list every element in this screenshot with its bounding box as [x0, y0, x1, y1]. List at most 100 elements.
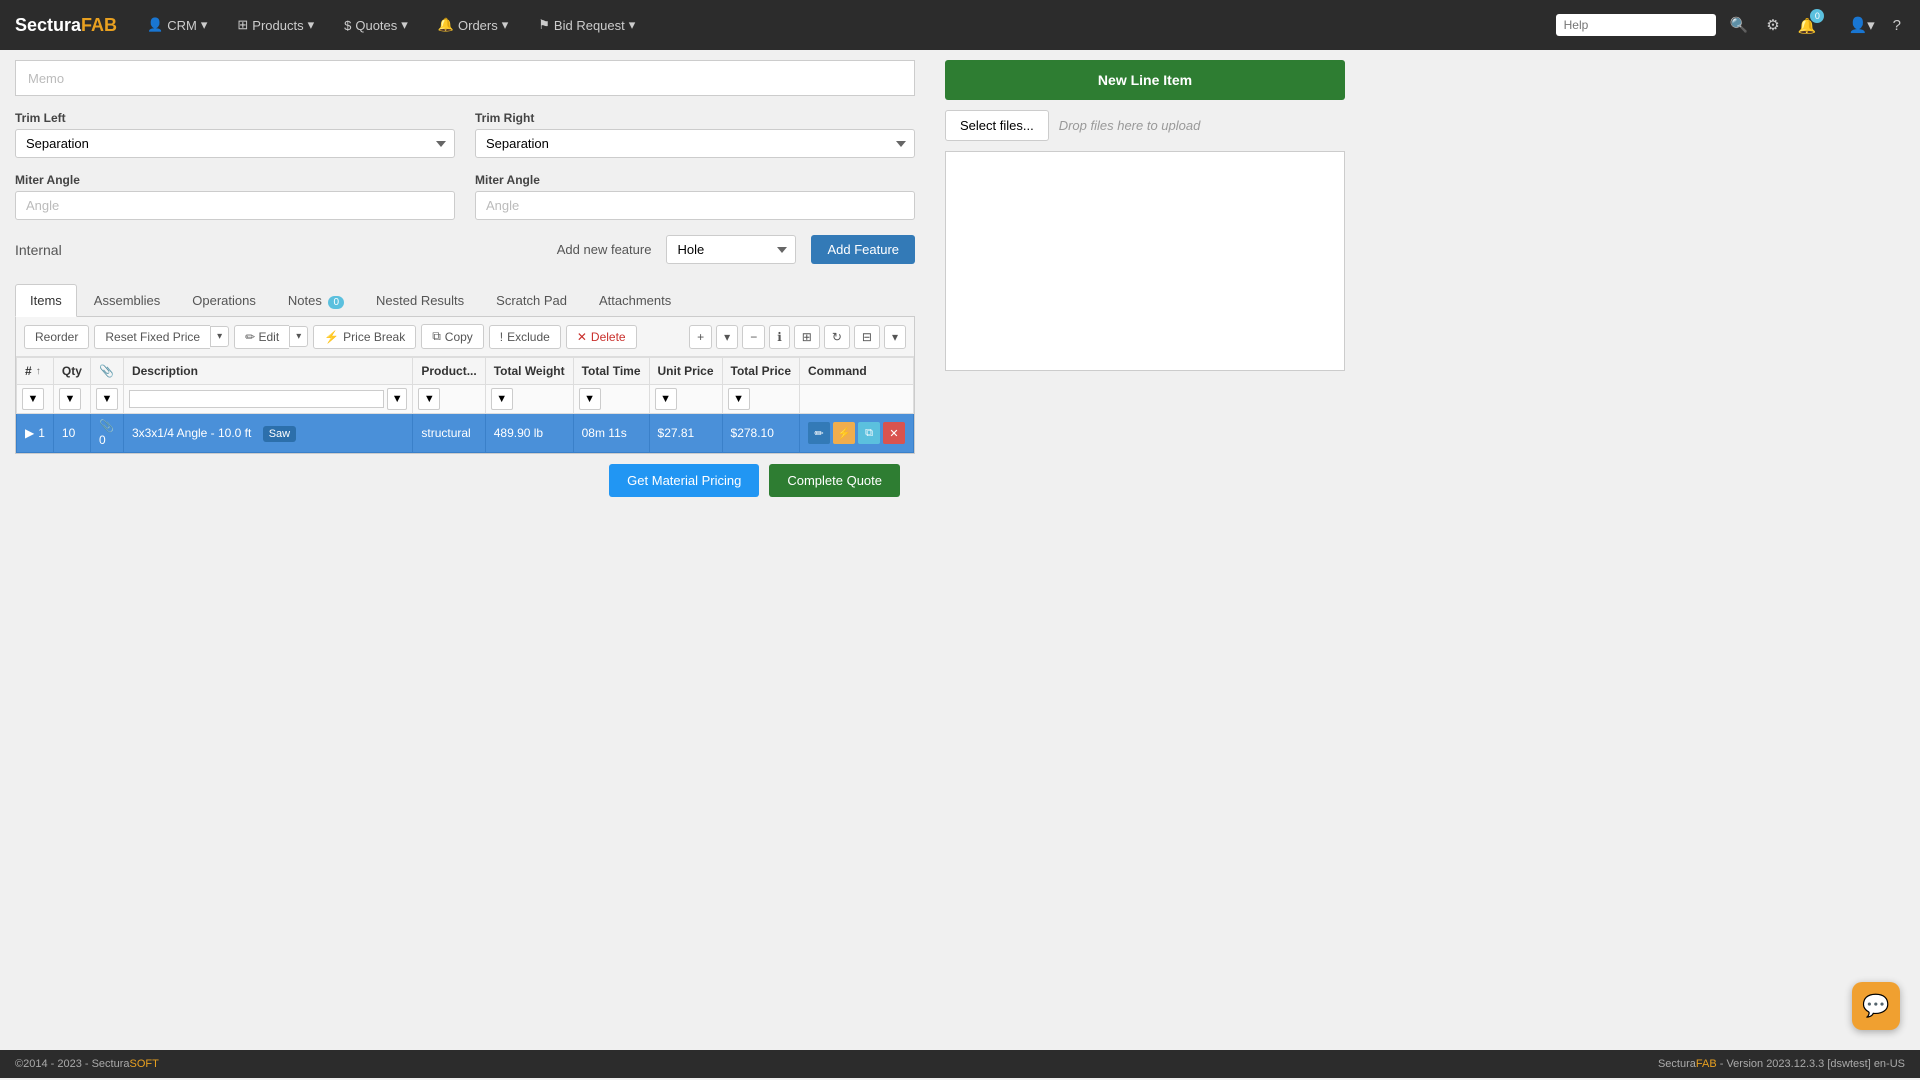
delete-row-button[interactable]: ✕: [883, 422, 905, 444]
cell-attach: 📎 0: [90, 414, 123, 453]
edit-icon: ✏: [245, 330, 255, 344]
tab-operations[interactable]: Operations: [177, 284, 271, 316]
nav-item-orders[interactable]: 🔔 Orders▾: [428, 11, 518, 39]
filter-description-input[interactable]: [129, 390, 384, 408]
miter-right-input[interactable]: [475, 191, 915, 220]
edit-row-button[interactable]: ✏: [808, 422, 830, 444]
price-break-button[interactable]: ⚡ Price Break: [313, 325, 416, 349]
miter-left-label: Miter Angle: [15, 173, 455, 187]
complete-quote-button[interactable]: Complete Quote: [769, 464, 900, 497]
edit-arrow[interactable]: ▾: [289, 326, 308, 347]
nav-right: 🔍 ⚙ 🔔0 👤▾ ?: [1556, 11, 1905, 39]
filter-description-btn[interactable]: ▼: [387, 388, 407, 410]
miter-right-group: Miter Angle: [475, 173, 915, 220]
col-attach: 📎: [90, 358, 123, 385]
copyright-text: ©2014 - 2023 - SecturaSOFT: [15, 1058, 159, 1070]
file-upload-area: Select files... Drop files here to uploa…: [945, 110, 1345, 141]
trim-right-group: Trim Right Separation: [475, 111, 915, 158]
filter-time-btn[interactable]: ▼: [579, 388, 601, 410]
copyright-highlight: SOFT: [130, 1058, 159, 1070]
help-search-input[interactable]: [1556, 14, 1716, 36]
lightning-icon: ⚡: [324, 330, 339, 344]
tab-scratch-pad[interactable]: Scratch Pad: [481, 284, 582, 316]
trim-left-label: Trim Left: [15, 111, 455, 125]
preview-box: [945, 151, 1345, 371]
filter-unit-price-btn[interactable]: ▼: [655, 388, 677, 410]
user-account-icon[interactable]: 👤▾: [1844, 12, 1878, 38]
main-content: Memo Trim Left Separation Trim Right Sep…: [0, 50, 1920, 1050]
col-qty: Qty: [53, 358, 90, 385]
trim-left-select[interactable]: Separation: [15, 129, 455, 158]
filter-qty-btn[interactable]: ▼: [59, 388, 81, 410]
expand-button[interactable]: ▶: [25, 426, 34, 440]
filter-button[interactable]: ⊞: [794, 325, 820, 349]
edit-button[interactable]: ✏ Edit: [234, 325, 289, 349]
notifications-icon[interactable]: 🔔0: [1794, 11, 1835, 39]
chat-bubble[interactable]: 💬: [1852, 982, 1900, 1030]
nav-item-crm[interactable]: 👤 CRM▾: [137, 11, 217, 39]
footer: ©2014 - 2023 - SecturaSOFT SecturaFAB - …: [0, 1050, 1920, 1078]
col-command: Command: [800, 358, 914, 385]
cell-unit-price: $27.81: [649, 414, 722, 453]
remove-row-button[interactable]: −: [742, 325, 765, 349]
exclude-button[interactable]: ! Exclude: [489, 325, 561, 349]
brand-highlight: FAB: [81, 15, 117, 35]
sort-icon-num[interactable]: ↑: [36, 366, 41, 377]
col-num: # ↑: [17, 358, 54, 385]
add-feature-button[interactable]: Add Feature: [811, 235, 915, 264]
tab-assemblies[interactable]: Assemblies: [79, 284, 175, 316]
paperclip-icon-row: 📎: [99, 419, 114, 433]
help-icon[interactable]: ?: [1889, 13, 1905, 38]
cell-num: ▶ 1: [17, 414, 54, 453]
search-icon[interactable]: 🔍: [1726, 12, 1753, 38]
tab-attachments[interactable]: Attachments: [584, 284, 686, 316]
filter-num-btn[interactable]: ▼: [22, 388, 44, 410]
nav-item-quotes[interactable]: $ Quotes▾: [334, 11, 418, 39]
internal-label: Internal: [15, 242, 62, 258]
nav-item-bid-request[interactable]: ⚑ Bid Request▾: [528, 11, 645, 39]
tab-content: Reorder Reset Fixed Price ▾ ✏ Edit ▾ ⚡ P…: [15, 317, 915, 454]
filter-row: ▼ ▼ ▼ ▼ ▼ ▼ ▼ ▼ ▼: [17, 385, 914, 414]
reorder-button[interactable]: Reorder: [24, 325, 89, 349]
table-row[interactable]: ▶ 1 10 📎 0 3x3x1/4 Angle - 10.0 ft Saw: [17, 414, 914, 453]
tab-nested-results[interactable]: Nested Results: [361, 284, 479, 316]
new-line-item-button[interactable]: New Line Item: [945, 60, 1345, 100]
tab-notes[interactable]: Notes 0: [273, 284, 359, 316]
filter-weight-btn[interactable]: ▼: [491, 388, 513, 410]
reset-fixed-price-arrow[interactable]: ▾: [210, 326, 229, 347]
add-row-arrow-button[interactable]: ▾: [716, 325, 738, 349]
miter-left-input[interactable]: [15, 191, 455, 220]
reset-fixed-price-button[interactable]: Reset Fixed Price: [94, 325, 210, 349]
filter-product-btn[interactable]: ▼: [418, 388, 440, 410]
memo-field[interactable]: Memo: [15, 60, 915, 96]
dollar-icon: $: [344, 18, 351, 33]
notification-badge: 0: [1810, 9, 1824, 23]
col-total-weight: Total Weight: [485, 358, 573, 385]
brand-logo[interactable]: SecturaFAB: [15, 15, 117, 36]
get-material-pricing-button[interactable]: Get Material Pricing: [609, 464, 759, 497]
settings-icon[interactable]: ⚙: [1762, 12, 1783, 38]
feature-type-select[interactable]: Hole: [666, 235, 796, 264]
nav-item-products[interactable]: ⊞ Products▾: [227, 11, 324, 39]
delete-button[interactable]: ✕ Delete: [566, 325, 637, 349]
add-feature-label: Add new feature: [557, 242, 652, 257]
select-files-button[interactable]: Select files...: [945, 110, 1049, 141]
cell-qty: 10: [53, 414, 90, 453]
more-button[interactable]: ▾: [884, 325, 906, 349]
col-total-price: Total Price: [722, 358, 799, 385]
copy-row-button[interactable]: ⧉: [858, 422, 880, 444]
copy-button[interactable]: ⧉ Copy: [421, 324, 484, 349]
filter-attach-btn[interactable]: ▼: [96, 388, 118, 410]
cell-total-price: $278.10: [722, 414, 799, 453]
details-button[interactable]: ℹ: [769, 325, 790, 349]
pricing-row-button[interactable]: ⚡: [833, 422, 855, 444]
tab-items[interactable]: Items: [15, 284, 77, 317]
trim-right-select[interactable]: Separation: [475, 129, 915, 158]
add-row-button[interactable]: +: [689, 325, 712, 349]
refresh-button[interactable]: ↻: [824, 325, 850, 349]
columns-button[interactable]: ⊟: [854, 325, 880, 349]
version-highlight: FAB: [1696, 1058, 1717, 1070]
paperclip-icon: 📎: [99, 364, 114, 378]
drop-files-text: Drop files here to upload: [1059, 118, 1201, 133]
filter-total-price-btn[interactable]: ▼: [728, 388, 750, 410]
